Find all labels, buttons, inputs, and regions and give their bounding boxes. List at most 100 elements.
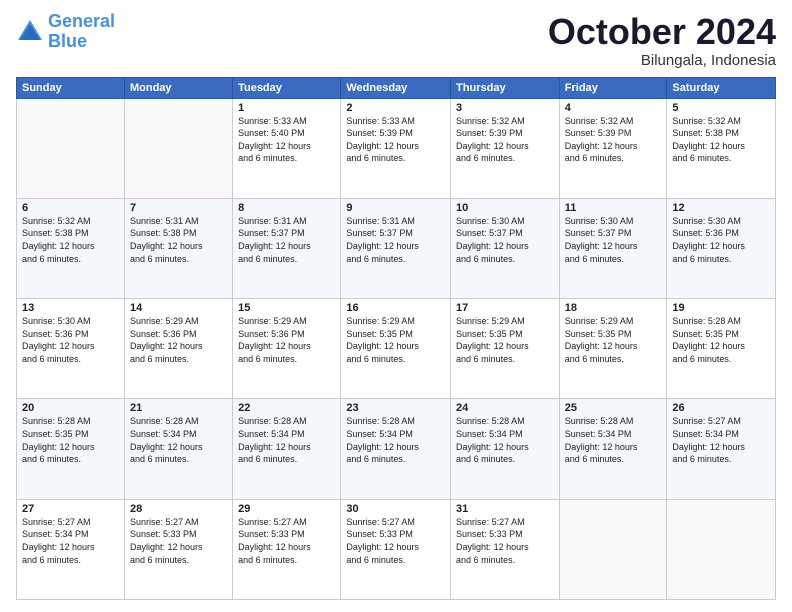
calendar-week-5: 27Sunrise: 5:27 AM Sunset: 5:34 PM Dayli…: [17, 499, 776, 599]
day-info: Sunrise: 5:31 AM Sunset: 5:38 PM Dayligh…: [130, 215, 227, 265]
calendar-cell: [17, 98, 125, 198]
weekday-header-friday: Friday: [559, 77, 667, 98]
day-info: Sunrise: 5:29 AM Sunset: 5:36 PM Dayligh…: [130, 315, 227, 365]
title-block: October 2024 Bilungala, Indonesia: [548, 12, 776, 69]
calendar-week-2: 6Sunrise: 5:32 AM Sunset: 5:38 PM Daylig…: [17, 198, 776, 298]
day-number: 24: [456, 402, 554, 414]
day-number: 20: [22, 402, 119, 414]
calendar-cell: 26Sunrise: 5:27 AM Sunset: 5:34 PM Dayli…: [667, 399, 776, 499]
day-info: Sunrise: 5:32 AM Sunset: 5:39 PM Dayligh…: [565, 115, 662, 165]
day-info: Sunrise: 5:27 AM Sunset: 5:33 PM Dayligh…: [346, 516, 445, 566]
day-number: 29: [238, 503, 335, 515]
calendar-cell: 29Sunrise: 5:27 AM Sunset: 5:33 PM Dayli…: [233, 499, 341, 599]
day-number: 16: [346, 302, 445, 314]
calendar-cell: 25Sunrise: 5:28 AM Sunset: 5:34 PM Dayli…: [559, 399, 667, 499]
calendar-week-1: 1Sunrise: 5:33 AM Sunset: 5:40 PM Daylig…: [17, 98, 776, 198]
day-info: Sunrise: 5:28 AM Sunset: 5:34 PM Dayligh…: [565, 415, 662, 465]
calendar-cell: 2Sunrise: 5:33 AM Sunset: 5:39 PM Daylig…: [341, 98, 451, 198]
weekday-header-tuesday: Tuesday: [233, 77, 341, 98]
logo-icon: [16, 18, 44, 46]
day-info: Sunrise: 5:30 AM Sunset: 5:37 PM Dayligh…: [565, 215, 662, 265]
day-info: Sunrise: 5:30 AM Sunset: 5:36 PM Dayligh…: [672, 215, 770, 265]
day-number: 27: [22, 503, 119, 515]
calendar-cell: 13Sunrise: 5:30 AM Sunset: 5:36 PM Dayli…: [17, 299, 125, 399]
calendar-cell: 8Sunrise: 5:31 AM Sunset: 5:37 PM Daylig…: [233, 198, 341, 298]
calendar-cell: [667, 499, 776, 599]
header: General Blue October 2024 Bilungala, Ind…: [16, 12, 776, 69]
day-info: Sunrise: 5:33 AM Sunset: 5:40 PM Dayligh…: [238, 115, 335, 165]
day-info: Sunrise: 5:28 AM Sunset: 5:35 PM Dayligh…: [22, 415, 119, 465]
day-number: 19: [672, 302, 770, 314]
calendar-cell: 4Sunrise: 5:32 AM Sunset: 5:39 PM Daylig…: [559, 98, 667, 198]
day-number: 9: [346, 202, 445, 214]
logo-text: General Blue: [48, 12, 115, 52]
day-number: 8: [238, 202, 335, 214]
calendar-cell: [559, 499, 667, 599]
day-info: Sunrise: 5:29 AM Sunset: 5:35 PM Dayligh…: [565, 315, 662, 365]
calendar-cell: 21Sunrise: 5:28 AM Sunset: 5:34 PM Dayli…: [124, 399, 232, 499]
calendar-cell: 14Sunrise: 5:29 AM Sunset: 5:36 PM Dayli…: [124, 299, 232, 399]
day-info: Sunrise: 5:27 AM Sunset: 5:33 PM Dayligh…: [238, 516, 335, 566]
day-number: 25: [565, 402, 662, 414]
location: Bilungala, Indonesia: [548, 52, 776, 69]
calendar-cell: 11Sunrise: 5:30 AM Sunset: 5:37 PM Dayli…: [559, 198, 667, 298]
day-info: Sunrise: 5:28 AM Sunset: 5:34 PM Dayligh…: [456, 415, 554, 465]
month-title: October 2024: [548, 12, 776, 52]
calendar-cell: 28Sunrise: 5:27 AM Sunset: 5:33 PM Dayli…: [124, 499, 232, 599]
calendar-cell: 12Sunrise: 5:30 AM Sunset: 5:36 PM Dayli…: [667, 198, 776, 298]
day-number: 2: [346, 102, 445, 114]
day-number: 5: [672, 102, 770, 114]
day-number: 13: [22, 302, 119, 314]
day-info: Sunrise: 5:30 AM Sunset: 5:37 PM Dayligh…: [456, 215, 554, 265]
calendar-week-4: 20Sunrise: 5:28 AM Sunset: 5:35 PM Dayli…: [17, 399, 776, 499]
weekday-header-sunday: Sunday: [17, 77, 125, 98]
calendar-cell: 16Sunrise: 5:29 AM Sunset: 5:35 PM Dayli…: [341, 299, 451, 399]
day-number: 18: [565, 302, 662, 314]
calendar-cell: 20Sunrise: 5:28 AM Sunset: 5:35 PM Dayli…: [17, 399, 125, 499]
day-info: Sunrise: 5:30 AM Sunset: 5:36 PM Dayligh…: [22, 315, 119, 365]
page: General Blue October 2024 Bilungala, Ind…: [0, 0, 792, 612]
logo-line1: General: [48, 11, 115, 31]
day-info: Sunrise: 5:28 AM Sunset: 5:34 PM Dayligh…: [238, 415, 335, 465]
day-number: 10: [456, 202, 554, 214]
day-number: 4: [565, 102, 662, 114]
day-info: Sunrise: 5:31 AM Sunset: 5:37 PM Dayligh…: [238, 215, 335, 265]
calendar-cell: 18Sunrise: 5:29 AM Sunset: 5:35 PM Dayli…: [559, 299, 667, 399]
day-number: 7: [130, 202, 227, 214]
weekday-header-thursday: Thursday: [451, 77, 560, 98]
calendar-cell: 7Sunrise: 5:31 AM Sunset: 5:38 PM Daylig…: [124, 198, 232, 298]
day-number: 15: [238, 302, 335, 314]
calendar-cell: 24Sunrise: 5:28 AM Sunset: 5:34 PM Dayli…: [451, 399, 560, 499]
day-info: Sunrise: 5:32 AM Sunset: 5:39 PM Dayligh…: [456, 115, 554, 165]
day-info: Sunrise: 5:29 AM Sunset: 5:35 PM Dayligh…: [456, 315, 554, 365]
day-info: Sunrise: 5:28 AM Sunset: 5:35 PM Dayligh…: [672, 315, 770, 365]
calendar-cell: 17Sunrise: 5:29 AM Sunset: 5:35 PM Dayli…: [451, 299, 560, 399]
day-number: 26: [672, 402, 770, 414]
calendar-cell: 5Sunrise: 5:32 AM Sunset: 5:38 PM Daylig…: [667, 98, 776, 198]
calendar-body: 1Sunrise: 5:33 AM Sunset: 5:40 PM Daylig…: [17, 98, 776, 599]
weekday-header-monday: Monday: [124, 77, 232, 98]
day-number: 3: [456, 102, 554, 114]
calendar-cell: 3Sunrise: 5:32 AM Sunset: 5:39 PM Daylig…: [451, 98, 560, 198]
calendar-cell: 31Sunrise: 5:27 AM Sunset: 5:33 PM Dayli…: [451, 499, 560, 599]
calendar-cell: 9Sunrise: 5:31 AM Sunset: 5:37 PM Daylig…: [341, 198, 451, 298]
weekday-header-row: SundayMondayTuesdayWednesdayThursdayFrid…: [17, 77, 776, 98]
logo-line2: Blue: [48, 32, 115, 52]
calendar-cell: 10Sunrise: 5:30 AM Sunset: 5:37 PM Dayli…: [451, 198, 560, 298]
day-info: Sunrise: 5:27 AM Sunset: 5:33 PM Dayligh…: [130, 516, 227, 566]
calendar-cell: 19Sunrise: 5:28 AM Sunset: 5:35 PM Dayli…: [667, 299, 776, 399]
calendar-week-3: 13Sunrise: 5:30 AM Sunset: 5:36 PM Dayli…: [17, 299, 776, 399]
day-info: Sunrise: 5:31 AM Sunset: 5:37 PM Dayligh…: [346, 215, 445, 265]
day-info: Sunrise: 5:28 AM Sunset: 5:34 PM Dayligh…: [346, 415, 445, 465]
day-number: 1: [238, 102, 335, 114]
calendar-table: SundayMondayTuesdayWednesdayThursdayFrid…: [16, 77, 776, 600]
weekday-header-saturday: Saturday: [667, 77, 776, 98]
weekday-header-wednesday: Wednesday: [341, 77, 451, 98]
calendar-cell: [124, 98, 232, 198]
calendar-cell: 22Sunrise: 5:28 AM Sunset: 5:34 PM Dayli…: [233, 399, 341, 499]
calendar-cell: 30Sunrise: 5:27 AM Sunset: 5:33 PM Dayli…: [341, 499, 451, 599]
day-number: 21: [130, 402, 227, 414]
logo: General Blue: [16, 12, 115, 52]
day-number: 31: [456, 503, 554, 515]
day-number: 22: [238, 402, 335, 414]
